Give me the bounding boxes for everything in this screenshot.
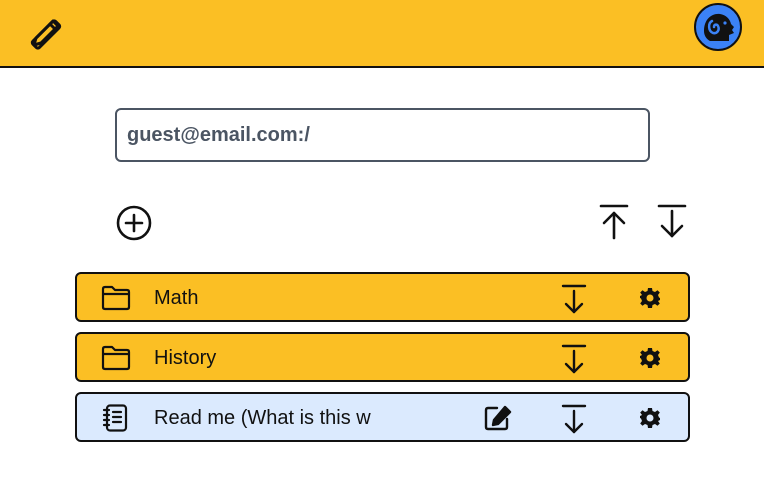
download-icon[interactable] <box>560 403 588 435</box>
folder-icon <box>101 284 131 312</box>
notebook-icon <box>101 404 131 432</box>
item-label: History <box>154 347 217 369</box>
list-item-folder[interactable]: History <box>75 332 690 382</box>
path-field[interactable] <box>115 108 650 162</box>
item-label: Math <box>154 287 199 309</box>
list-item-folder[interactable]: Math <box>75 272 690 322</box>
ram-avatar-icon[interactable] <box>694 3 742 51</box>
folder-icon <box>101 344 131 372</box>
pencil-ruler-icon[interactable] <box>26 13 66 53</box>
edit-icon[interactable] <box>483 404 513 432</box>
top-bar <box>0 0 764 68</box>
arrow-up-to-line-icon[interactable] <box>598 203 630 241</box>
gear-icon[interactable] <box>639 347 661 369</box>
plus-circle-icon[interactable] <box>115 204 153 242</box>
gear-icon[interactable] <box>639 407 661 429</box>
list-item-file[interactable]: Read me (What is this w <box>75 392 690 442</box>
path-input[interactable] <box>127 110 637 160</box>
gear-icon[interactable] <box>639 287 661 309</box>
download-icon[interactable] <box>560 283 588 315</box>
download-icon[interactable] <box>560 343 588 375</box>
arrow-down-to-line-icon[interactable] <box>656 203 688 241</box>
item-label: Read me (What is this w <box>154 407 371 429</box>
